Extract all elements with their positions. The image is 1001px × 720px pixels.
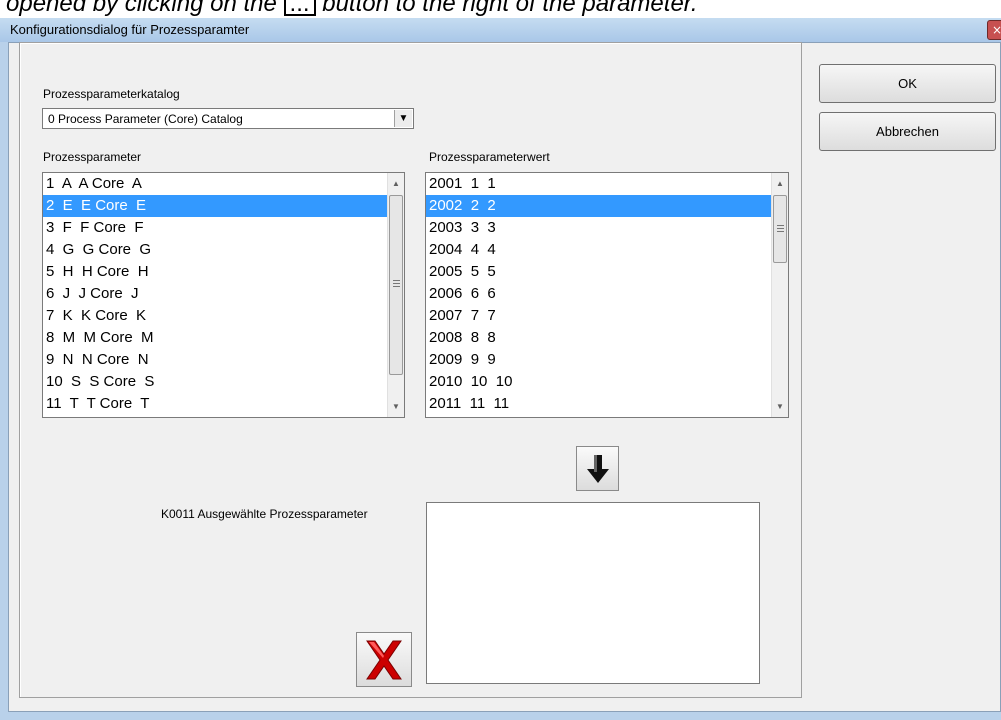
list-item[interactable]: 8 M M Core M: [43, 327, 387, 349]
list-item[interactable]: 2006 6 6: [426, 283, 771, 305]
list-item[interactable]: 2009 9 9: [426, 349, 771, 371]
list-item[interactable]: 2 E E Core E: [43, 195, 387, 217]
value-listbox[interactable]: 2001 1 1 2002 2 2 2003 3 3 2004 4 4 2005 5 5…: [425, 172, 789, 418]
list-item[interactable]: 2003 3 3: [426, 217, 771, 239]
list-item[interactable]: 4 G G Core G: [43, 239, 387, 261]
arrow-down-icon: [587, 455, 609, 483]
scroll-thumb[interactable]: [389, 195, 403, 375]
list-item[interactable]: 2002 2 2: [426, 195, 771, 217]
list-item[interactable]: 6 J J Core J: [43, 283, 387, 305]
selected-params-field[interactable]: [426, 502, 760, 684]
scroll-down-arrow-icon[interactable]: ▼: [772, 398, 788, 415]
value-scrollbar[interactable]: ▲ ▼: [771, 173, 788, 417]
scroll-thumb[interactable]: [773, 195, 787, 263]
parameters-label: Prozessparameter: [43, 150, 142, 164]
dropdown-arrow-icon[interactable]: ▼: [394, 110, 412, 127]
catalog-label: Prozessparameterkatalog: [43, 87, 180, 101]
list-item[interactable]: 11 T T Core T: [43, 393, 387, 415]
list-item[interactable]: 7 K K Core K: [43, 305, 387, 327]
list-item[interactable]: 2004 4 4: [426, 239, 771, 261]
ellipsis-button-glyph: ...: [283, 0, 316, 16]
parameter-scrollbar[interactable]: ▲ ▼: [387, 173, 404, 417]
parameter-listbox[interactable]: 1 A A Core A2 E E Core E3 F F Core F4 G …: [42, 172, 405, 418]
document-caption: opened by clicking on the ... button to …: [0, 0, 1001, 18]
list-item[interactable]: 2005 5 5: [426, 261, 771, 283]
scroll-up-arrow-icon[interactable]: ▲: [388, 175, 404, 192]
scroll-down-arrow-icon[interactable]: ▼: [388, 398, 404, 415]
value-rows: 2001 1 1 2002 2 2 2003 3 3 2004 4 4 2005 5 5…: [426, 173, 788, 415]
add-parameter-button[interactable]: [576, 446, 619, 491]
caption-suffix: button to the right of the parameter.: [322, 0, 698, 17]
delete-parameter-button[interactable]: [356, 632, 412, 687]
list-item[interactable]: 3 F F Core F: [43, 217, 387, 239]
list-item[interactable]: 2001 1 1: [426, 173, 771, 195]
caption-text: opened by clicking on the ... button to …: [6, 0, 698, 18]
selected-params-label: K0011 Ausgewählte Prozessparameter: [161, 507, 368, 521]
list-item[interactable]: 10 S S Core S: [43, 371, 387, 393]
list-item[interactable]: 2010 10 10: [426, 371, 771, 393]
ok-button[interactable]: OK: [819, 64, 996, 103]
catalog-selected-value: 0 Process Parameter (Core) Catalog: [48, 112, 243, 126]
scroll-up-arrow-icon[interactable]: ▲: [772, 175, 788, 192]
cancel-button[interactable]: Abbrechen: [819, 112, 996, 151]
parameter-rows: 1 A A Core A2 E E Core E3 F F Core F4 G …: [43, 173, 404, 415]
list-item[interactable]: 2011 11 11: [426, 393, 771, 415]
close-icon: ×: [991, 23, 1001, 37]
list-item[interactable]: 2007 7 7: [426, 305, 771, 327]
window-title: Konfigurationsdialog für Prozessparamter: [10, 22, 250, 37]
values-label: Prozessparameterwert: [429, 150, 550, 164]
catalog-dropdown[interactable]: 0 Process Parameter (Core) Catalog ▼: [42, 108, 414, 129]
list-item[interactable]: 1 A A Core A: [43, 173, 387, 195]
list-item[interactable]: 2008 8 8: [426, 327, 771, 349]
list-item[interactable]: 5 H H Core H: [43, 261, 387, 283]
caption-prefix: opened by clicking on the: [6, 0, 277, 17]
list-item[interactable]: 9 N N Core N: [43, 349, 387, 371]
close-button[interactable]: ×: [987, 20, 1001, 40]
title-bar: Konfigurationsdialog für Prozessparamter…: [0, 18, 1001, 42]
red-x-icon: [366, 640, 402, 680]
